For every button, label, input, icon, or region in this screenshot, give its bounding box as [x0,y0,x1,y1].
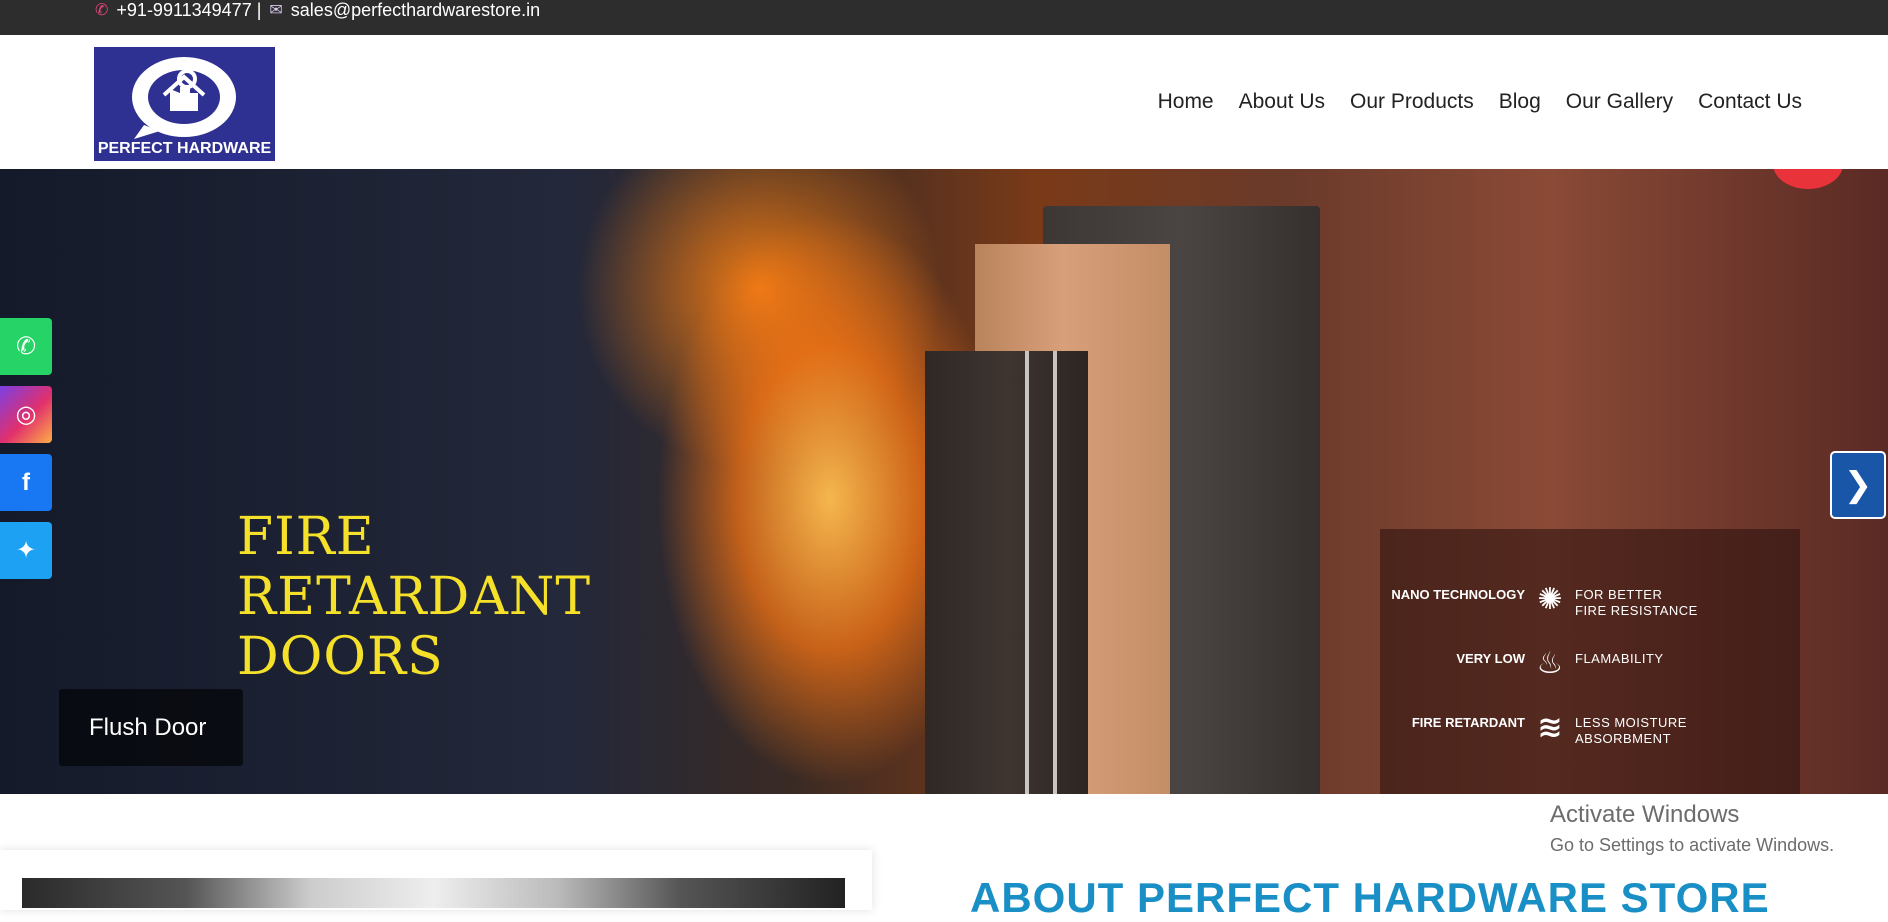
slider-next-button[interactable]: ❯ [1830,451,1886,519]
nav-home[interactable]: Home [1158,90,1214,114]
hero-title-line: RETARDANT [237,567,592,627]
hero-title: FIRE RETARDANT DOORS [237,507,591,687]
top-contact-bar: ✆ +91-9911349477 | ✉ sales@perfecthardwa… [0,0,1888,35]
layers-icon: ≋ [1537,711,1563,744]
watermark-line1: Activate Windows [1550,801,1740,828]
about-title: ABOUT PERFECT HARDWARE STORE [970,874,1770,921]
feature-item: FIRE RETARDANT ≋ LESS MOISTURE ABSORBMEN… [1400,707,1730,771]
feature-item: VERY LOW ♨ FLAMABILITY [1400,643,1730,707]
phone-icon: ✆ [95,2,109,19]
phone-number[interactable]: +91-9911349477 | [116,0,261,21]
social-sidebar: ✆ ◎ f ✦ [0,318,52,590]
nav-our-gallery[interactable]: Our Gallery [1566,90,1673,114]
feature-desc: FOR BETTER FIRE RESISTANCE [1575,587,1698,618]
nano-icon: ✺ [1537,583,1563,616]
nav-blog[interactable]: Blog [1499,90,1541,114]
site-header: PERFECT HARDWARE Home About Us Our Produ… [0,35,1888,169]
hero-slider[interactable]: FIRE RETARDANT DOORS Flush Door NANO TEC… [0,169,1888,794]
instagram-icon[interactable]: ◎ [0,386,52,443]
flame-icon: ♨ [1536,647,1564,680]
whatsapp-icon[interactable]: ✆ [0,318,52,375]
contact-info: ✆ +91-9911349477 | ✉ sales@perfecthardwa… [95,0,540,20]
about-image [22,878,845,908]
logo[interactable]: PERFECT HARDWARE [94,47,275,161]
facebook-icon[interactable]: f [0,454,52,511]
nav-about-us[interactable]: About Us [1239,90,1325,114]
watermark-line2: Go to Settings to activate Windows. [1550,835,1835,855]
main-nav: Home About Us Our Products Blog Our Gall… [1158,90,1802,114]
nav-our-products[interactable]: Our Products [1350,90,1474,114]
feature-label: VERY LOW [1456,651,1525,666]
twitter-icon[interactable]: ✦ [0,522,52,579]
feature-label: FIRE RETARDANT [1411,715,1525,730]
door-image-front [925,351,1088,794]
feature-label: NANO TECHNOLOGY [1391,587,1525,602]
feature-desc: FLAMABILITY [1575,651,1664,666]
feature-item: NANO TECHNOLOGY ✺ FOR BETTER FIRE RESIST… [1391,579,1730,643]
mail-icon: ✉ [269,2,283,19]
red-badge-icon [1773,169,1843,189]
logo-text: PERFECT HARDWARE [97,140,272,157]
slide-caption: Flush Door [59,689,243,766]
nav-contact-us[interactable]: Contact Us [1698,90,1802,114]
hero-title-line: FIRE [237,507,375,567]
feature-list: NANO TECHNOLOGY ✺ FOR BETTER FIRE RESIST… [1391,579,1730,771]
feature-desc: LESS MOISTURE ABSORBMENT [1575,715,1687,746]
hero-title-line: DOORS [237,627,444,687]
email-address[interactable]: sales@perfecthardwarestore.in [291,0,540,21]
windows-activation-watermark: Activate Windows Go to Settings to activ… [1550,801,1834,856]
